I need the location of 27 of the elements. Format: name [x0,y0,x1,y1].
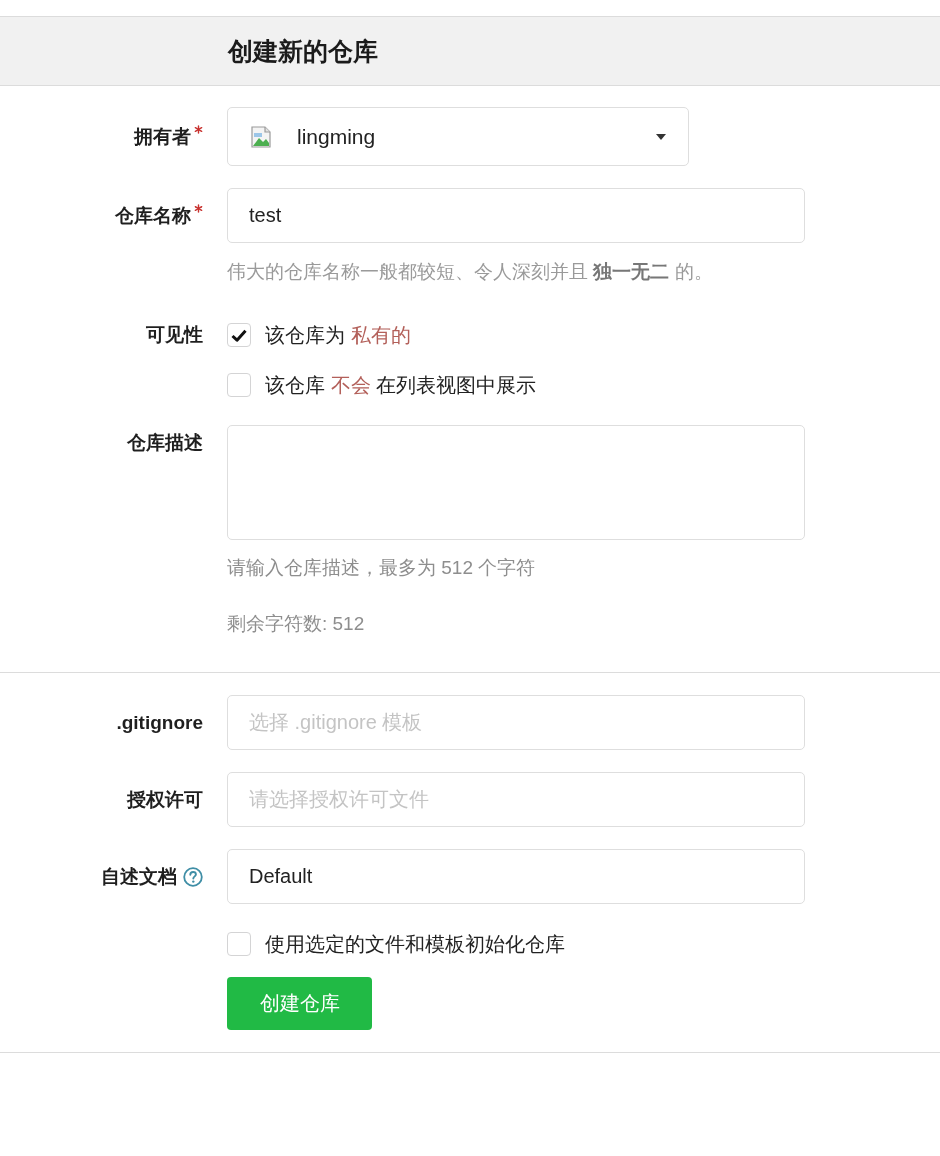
help-icon[interactable] [183,866,203,887]
image-icon [249,124,273,149]
page-title: 创建新的仓库 [228,36,378,67]
help-text: 伟大的仓库名称一般都较短、令人深刻并且 独一无二 的。 [227,260,714,284]
checkmark-icon [231,328,247,342]
text-input[interactable]: Default [227,849,805,904]
description-textarea[interactable] [227,425,805,540]
checkbox-label[interactable]: 该仓库 不会 在列表视图中展示 [265,371,537,399]
field-label: 可见性 [146,323,203,347]
checkbox[interactable] [227,323,251,347]
field-label: 仓库名称 [115,203,191,228]
checkbox-label[interactable]: 使用选定的文件和模板初始化仓库 [265,930,565,958]
text-input[interactable]: 请选择授权许可文件 [227,772,805,827]
field-label: 拥有者 [134,124,191,149]
checkbox[interactable] [227,373,251,397]
field-label: .gitignore [116,710,203,735]
checkbox[interactable] [227,932,251,956]
checkbox-label[interactable]: 该仓库为 私有的 [265,321,411,349]
field-label: 仓库描述 [127,431,203,455]
field-label: 自述文档 [101,864,177,889]
caret-icon [656,133,666,140]
help-text: 剩余字符数: 512 [227,612,366,636]
field-label: 授权许可 [127,787,203,812]
owner-dropdown[interactable]: lingming [227,107,689,166]
text-input[interactable]: test [227,188,805,243]
help-text: 请输入仓库描述，最多为 512 个字符 [227,556,537,580]
text-input[interactable]: 选择 .gitignore 模板 [227,695,805,750]
